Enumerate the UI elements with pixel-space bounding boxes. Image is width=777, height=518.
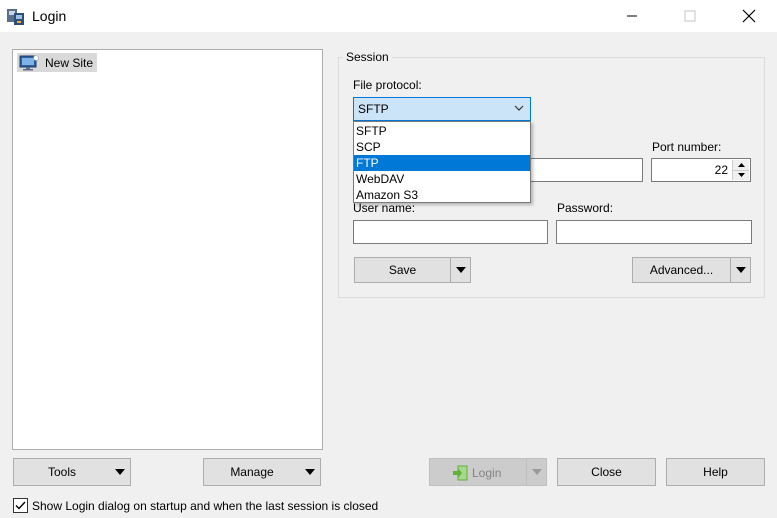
close-window-button[interactable] xyxy=(726,0,772,32)
manage-button[interactable]: Manage xyxy=(203,458,321,486)
protocol-option-sftp[interactable]: SFTP xyxy=(354,123,530,139)
caret-down-icon xyxy=(531,469,542,475)
port-up-button[interactable] xyxy=(732,160,749,171)
show-login-checkbox[interactable] xyxy=(13,498,28,513)
login-button: Login xyxy=(429,458,547,486)
login-button-label: Login xyxy=(472,466,502,480)
tools-dropdown-arrow[interactable] xyxy=(110,459,130,485)
tree-item-new-site[interactable]: New Site xyxy=(17,53,98,72)
tree-item-label: New Site xyxy=(45,55,94,70)
save-dropdown-arrow[interactable] xyxy=(450,258,470,282)
chevron-down-icon xyxy=(514,105,524,111)
maximize-icon xyxy=(684,10,696,22)
password-field[interactable] xyxy=(556,220,752,244)
title-bar: Login xyxy=(0,0,777,32)
app-icon xyxy=(7,9,24,25)
close-button-label: Close xyxy=(591,465,622,479)
protocol-option-amazon-s3[interactable]: Amazon S3 xyxy=(354,187,530,203)
caret-down-icon xyxy=(115,469,125,475)
caret-down-icon xyxy=(735,267,746,273)
caret-down-icon xyxy=(305,469,315,475)
password-label: Password: xyxy=(557,201,614,215)
tools-button-label: Tools xyxy=(47,465,76,479)
protocol-dropdown-list[interactable]: SFTP SCP FTP WebDAV Amazon S3 xyxy=(353,121,531,203)
port-number-label: Port number: xyxy=(652,140,722,154)
monitor-icon xyxy=(19,54,39,70)
login-dropdown-arrow xyxy=(526,459,546,485)
arrow-up-icon xyxy=(737,162,745,167)
site-tree[interactable]: New Site xyxy=(12,49,323,450)
manage-dropdown-arrow[interactable] xyxy=(300,459,320,485)
username-label: User name: xyxy=(353,201,416,215)
advanced-button[interactable]: Advanced... xyxy=(632,257,751,283)
protocol-option-scp[interactable]: SCP xyxy=(354,139,530,155)
login-icon xyxy=(453,465,468,481)
minimize-icon xyxy=(627,15,637,17)
protocol-option-webdav[interactable]: WebDAV xyxy=(354,171,530,187)
close-button[interactable]: Close xyxy=(557,458,656,486)
show-login-option[interactable]: Show Login dialog on startup and when th… xyxy=(13,497,378,514)
save-button[interactable]: Save xyxy=(354,257,471,283)
advanced-dropdown-arrow[interactable] xyxy=(730,258,750,282)
protocol-option-ftp[interactable]: FTP xyxy=(354,155,530,171)
window-title: Login xyxy=(32,8,67,24)
close-icon xyxy=(742,9,756,23)
minimize-button[interactable] xyxy=(609,0,655,32)
file-protocol-select[interactable]: SFTP xyxy=(353,97,531,121)
caret-down-icon xyxy=(455,267,466,273)
maximize-button xyxy=(667,0,713,32)
file-protocol-label: File protocol: xyxy=(353,78,422,92)
arrow-down-icon xyxy=(737,173,745,178)
file-protocol-value: SFTP xyxy=(358,102,389,116)
manage-button-label: Manage xyxy=(230,465,274,479)
help-button-label: Help xyxy=(703,465,728,479)
show-login-label: Show Login dialog on startup and when th… xyxy=(32,498,379,513)
checkmark-icon xyxy=(15,501,26,510)
session-group-label: Session xyxy=(343,50,392,64)
help-button[interactable]: Help xyxy=(666,458,765,486)
port-number-stepper[interactable]: 22 xyxy=(651,158,751,182)
port-number-value: 22 xyxy=(714,163,728,177)
username-field[interactable] xyxy=(353,220,548,244)
tools-button[interactable]: Tools xyxy=(13,458,131,486)
port-down-button[interactable] xyxy=(732,170,749,180)
advanced-button-label: Advanced... xyxy=(649,263,714,277)
save-button-label: Save xyxy=(388,263,417,277)
